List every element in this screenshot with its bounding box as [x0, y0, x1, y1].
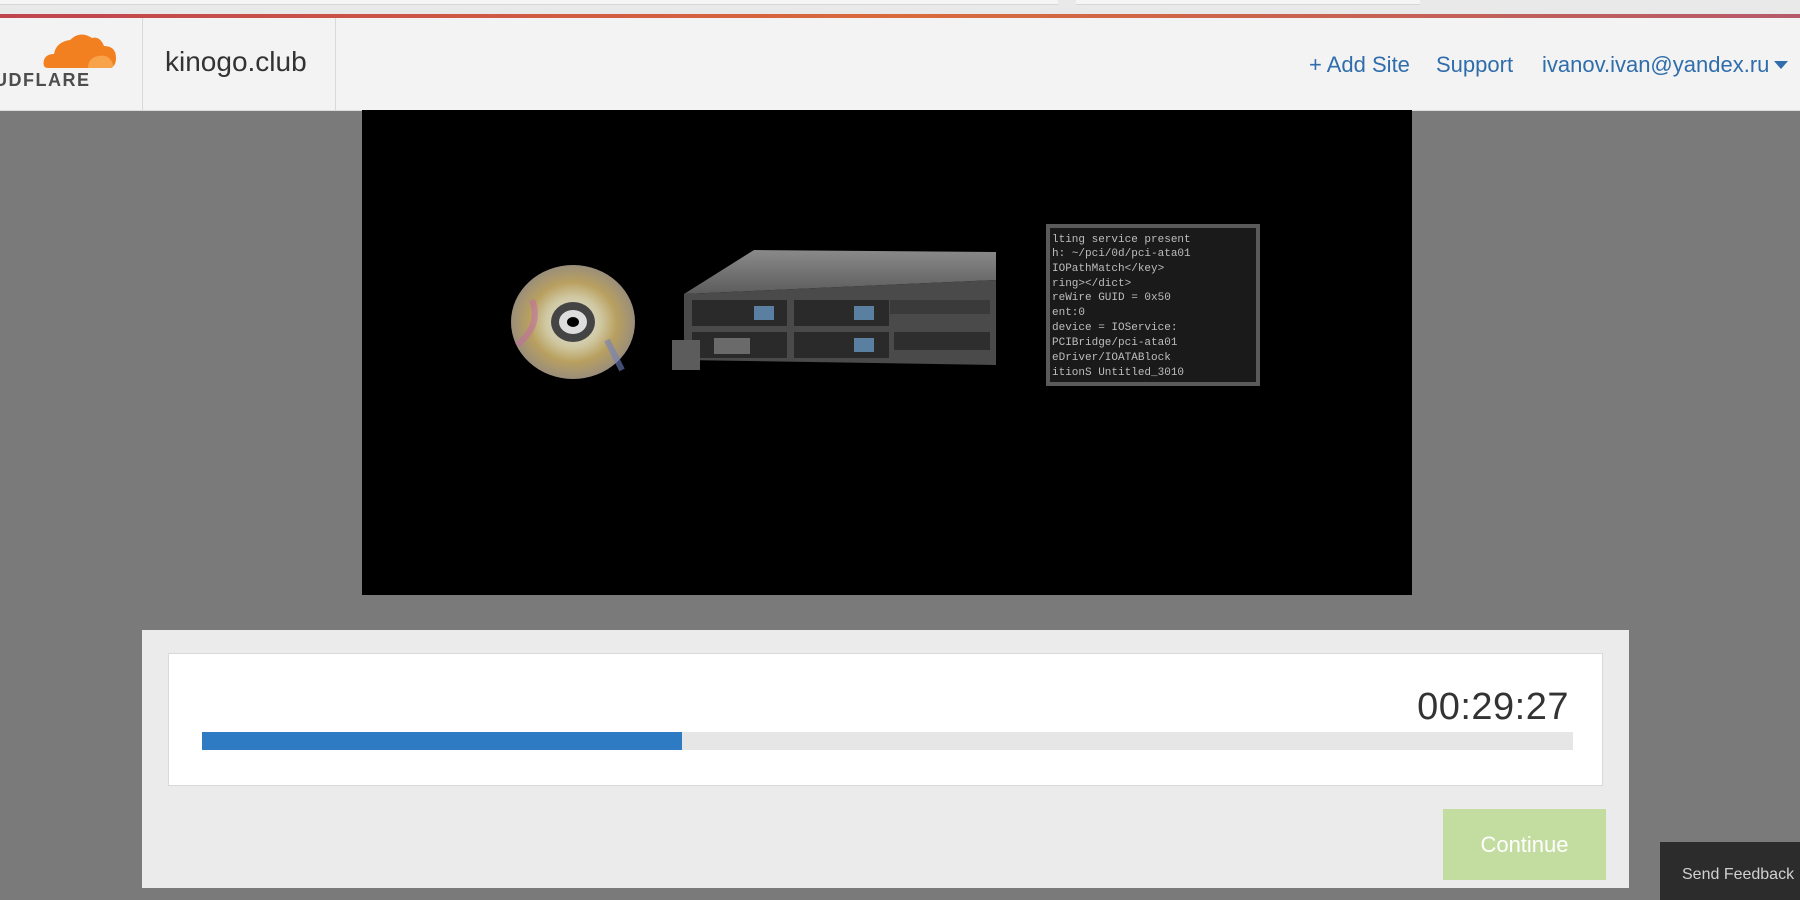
feedback-button[interactable]: Send Feedback [1660, 842, 1800, 900]
svg-text:device = IOService:: device = IOService: [1052, 322, 1177, 334]
feedback-label: Send Feedback [1682, 866, 1795, 883]
continue-button[interactable]: Continue [1443, 809, 1606, 880]
progress-panel: 00:29:27 [168, 653, 1603, 786]
account-menu[interactable]: ivanov.ivan@yandex.ru [1542, 52, 1769, 78]
browser-tab-edge [0, 0, 1058, 5]
logo-text: UDFLARE [0, 70, 91, 90]
svg-text:itionS Untitled_3010: itionS Untitled_3010 [1052, 367, 1184, 379]
terminal-screen-image: lting service present h: ~/pci/0d/pci-at… [1046, 224, 1260, 386]
progress-dialog: 00:29:27 Continue [142, 630, 1629, 888]
cloudflare-cloud-icon [43, 34, 116, 68]
video-frame: lting service present h: ~/pci/0d/pci-at… [511, 224, 1260, 386]
svg-text:eDriver/IOATABlock: eDriver/IOATABlock [1052, 352, 1171, 364]
cd-disc-image [511, 265, 635, 379]
browser-top-strip [0, 0, 1800, 14]
video-player[interactable]: lting service present h: ~/pci/0d/pci-at… [362, 110, 1412, 595]
logo[interactable]: UDFLARE [0, 18, 143, 110]
support-link[interactable]: Support [1436, 52, 1513, 78]
svg-text:reWire GUID = 0x50: reWire GUID = 0x50 [1052, 292, 1171, 304]
progress-bar-fill [202, 732, 682, 750]
site-selector[interactable]: kinogo.club [143, 18, 336, 110]
countdown-timer: 00:29:27 [1417, 686, 1569, 728]
svg-text:h: ~/pci/0d/pci-ata01: h: ~/pci/0d/pci-ata01 [1052, 248, 1191, 260]
svg-text:ring></dict>: ring></dict> [1052, 278, 1131, 290]
browser-tab-edge [1076, 0, 1420, 5]
app-header: UDFLARE kinogo.club + Add Site Support i… [0, 18, 1800, 111]
svg-text:PCIBridge/pci-ata01: PCIBridge/pci-ata01 [1052, 337, 1178, 349]
svg-text:lting service present: lting service present [1052, 234, 1191, 246]
svg-text:ent:0: ent:0 [1052, 307, 1085, 319]
server-rack-image [672, 250, 996, 370]
site-name: kinogo.club [165, 46, 307, 77]
progress-bar [202, 732, 1573, 750]
chevron-down-icon[interactable] [1774, 61, 1788, 69]
add-site-link[interactable]: + Add Site [1309, 52, 1410, 78]
svg-text:IOPathMatch</key>: IOPathMatch</key> [1052, 263, 1164, 275]
